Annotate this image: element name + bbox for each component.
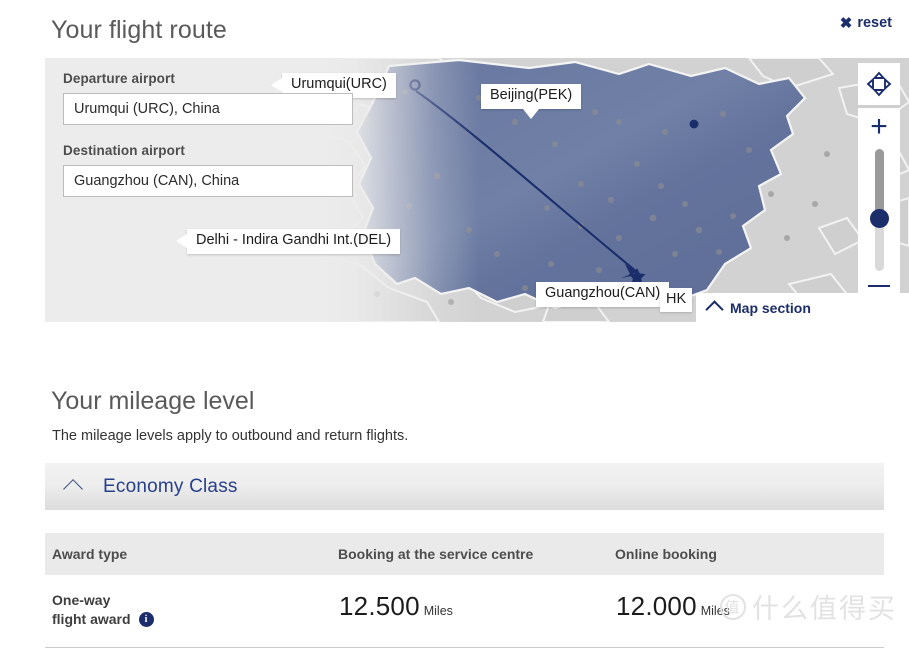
- award-type-line2: flight award: [52, 611, 131, 627]
- map-label-beijing[interactable]: Beijing(PEK): [481, 84, 582, 119]
- departure-airport-label: Departure airport: [63, 71, 175, 86]
- zoom-control[interactable]: +: [858, 108, 900, 318]
- economy-class-label: Economy Class: [103, 475, 238, 497]
- mileage-title: Your mileage level: [51, 387, 255, 415]
- map-controls[interactable]: +: [858, 63, 900, 318]
- minus-icon[interactable]: [868, 285, 890, 287]
- close-x-icon: ✖: [839, 14, 853, 32]
- chevron-up-icon: [63, 479, 83, 499]
- mileage-subtitle: The mileage levels apply to outbound and…: [52, 428, 409, 444]
- zoom-slider-knob[interactable]: [869, 209, 889, 228]
- cell-service-centre-miles: 12.500 Miles: [338, 575, 615, 648]
- airport-form: Departure airport Destination airport: [63, 71, 353, 197]
- zoom-slider[interactable]: [869, 149, 889, 271]
- service-centre-miles-value: 12.500: [339, 591, 420, 621]
- destination-airport-input[interactable]: [63, 165, 353, 197]
- col-header-award-type: Award type: [45, 533, 338, 575]
- map-label-guangzhou[interactable]: Guangzhou(CAN): [536, 282, 670, 307]
- watermark: 值 什么值得买: [720, 587, 897, 626]
- chevron-up-icon: [705, 300, 724, 319]
- reset-button[interactable]: ✖ reset: [840, 15, 892, 31]
- map-label-delhi[interactable]: Delhi - Indira Gandhi Int.(DEL): [175, 229, 401, 254]
- info-icon[interactable]: i: [138, 612, 154, 627]
- col-header-online-booking: Online booking: [615, 533, 884, 575]
- table-header-row: Award type Booking at the service centre…: [45, 533, 884, 575]
- pan-arrows-icon[interactable]: [858, 63, 900, 105]
- plus-icon[interactable]: +: [870, 112, 888, 142]
- destination-airport-label: Destination airport: [63, 143, 185, 158]
- cell-award-type: One-way flight award i: [45, 575, 338, 648]
- reset-label: reset: [857, 15, 892, 31]
- map-section-label: Map section: [730, 299, 811, 316]
- flight-route-panel: Urumqui(URC) Beijing(PEK) Delhi - Indira…: [45, 58, 909, 322]
- economy-class-accordion[interactable]: Economy Class: [45, 463, 884, 510]
- map-section-toggle[interactable]: Map section: [696, 293, 909, 322]
- watermark-text: 什么值得买: [752, 594, 897, 625]
- col-header-service-centre: Booking at the service centre: [338, 533, 615, 575]
- watermark-mark: 值: [720, 593, 746, 620]
- award-type-line1: One-way: [52, 592, 111, 608]
- online-booking-miles-value: 12.000: [616, 591, 697, 621]
- zoom-slider-fill: [874, 149, 884, 217]
- page-title: Your flight route: [51, 16, 227, 44]
- map-label-hongkong[interactable]: HK: [660, 288, 693, 312]
- service-centre-miles-unit: Miles: [423, 604, 453, 618]
- departure-airport-input[interactable]: [63, 93, 353, 125]
